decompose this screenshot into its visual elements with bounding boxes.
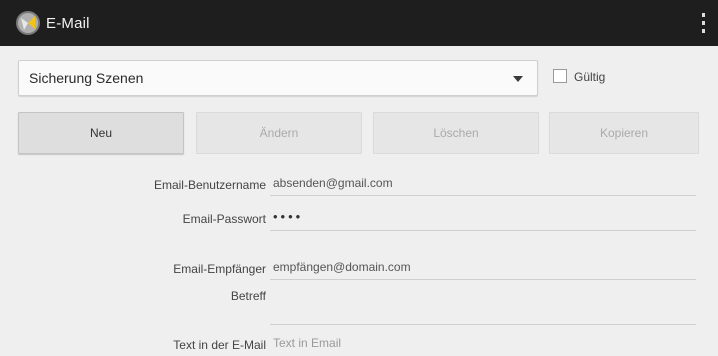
valid-checkbox[interactable] [553, 69, 567, 83]
subject-field[interactable] [270, 287, 696, 325]
scene-dropdown[interactable]: Sicherung Szenen [18, 60, 538, 96]
recipient-field[interactable]: empfängen@domain.com [270, 260, 696, 280]
delete-button[interactable]: Löschen [373, 112, 539, 154]
valid-checkbox-label: Gültig [574, 70, 606, 84]
email-settings-panel: Sicherung Szenen Gültig Neu Ändern Lösch… [0, 46, 718, 354]
new-button[interactable]: Neu [18, 112, 184, 154]
overflow-menu-icon[interactable] [700, 13, 706, 33]
app-title: E-Mail [46, 14, 90, 32]
app-bar: E-Mail [0, 0, 718, 46]
dropdown-arrow-icon [513, 76, 523, 82]
password-label: Email-Passwort [182, 212, 266, 226]
app-logo-icon[interactable] [15, 10, 41, 36]
edit-button[interactable]: Ändern [196, 112, 362, 154]
username-label: Email-Benutzername [153, 178, 266, 192]
subject-label: Betreff [230, 289, 266, 303]
email-text-field[interactable]: Text in Email [270, 336, 696, 356]
scene-dropdown-value: Sicherung Szenen [29, 70, 144, 86]
email-text-label: Text in der E-Mail [173, 338, 266, 352]
username-field[interactable]: absenden@gmail.com [270, 176, 696, 196]
password-field[interactable]: •••• [270, 209, 696, 231]
copy-button[interactable]: Kopieren [549, 112, 699, 154]
recipient-label: Email-Empfänger [173, 262, 266, 276]
